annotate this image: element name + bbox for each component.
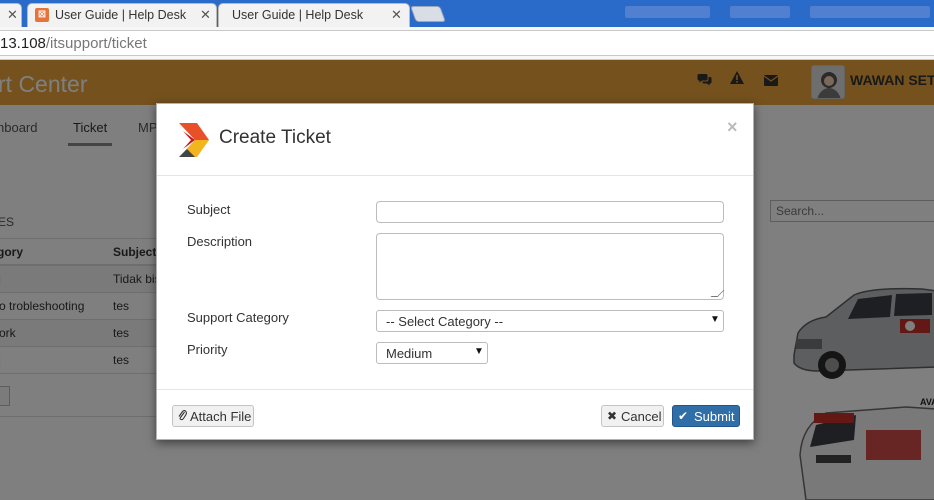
blurred-area	[810, 6, 930, 18]
cancel-label: Cancel	[621, 409, 662, 424]
favicon-icon: ⊠	[35, 8, 49, 22]
tab-title: User Guide | Help Desk	[55, 8, 187, 22]
chevron-down-icon: ▼	[710, 314, 720, 325]
browser-tabstrip: ✕ ⊠ User Guide | Help Desk ✕ User Guide …	[0, 0, 934, 27]
select-value: -- Select Category --	[386, 314, 504, 329]
tab-close-icon[interactable]: ✕	[7, 7, 18, 23]
blurred-area	[730, 6, 790, 18]
submit-button[interactable]: ✔ Submit	[672, 405, 740, 427]
brand-logo-icon	[177, 121, 211, 159]
cancel-button[interactable]: ✖ Cancel	[601, 405, 664, 427]
tab-title: User Guide | Help Desk	[232, 8, 364, 22]
description-field[interactable]	[376, 233, 725, 300]
create-ticket-modal: Create Ticket × Subject Description Supp…	[156, 103, 754, 440]
tab-close-icon[interactable]: ✕	[391, 7, 402, 23]
description-textarea[interactable]	[377, 234, 723, 299]
url-field[interactable]: 13.108/itsupport/ticket	[0, 30, 934, 56]
attach-file-button[interactable]: Attach File	[172, 405, 254, 427]
support-category-select[interactable]: -- Select Category -- ▼	[376, 310, 724, 332]
support-category-label: Support Category	[187, 310, 289, 325]
subject-input[interactable]	[377, 202, 723, 222]
modal-header: Create Ticket ×	[157, 104, 753, 176]
paperclip-icon	[178, 409, 187, 424]
subject-label: Subject	[187, 202, 231, 217]
description-label: Description	[187, 234, 253, 249]
url-text: 13.108/itsupport/ticket	[0, 35, 147, 52]
subject-field[interactable]	[376, 201, 724, 223]
tab-close-icon[interactable]: ✕	[200, 7, 211, 23]
blurred-area	[625, 6, 710, 18]
chevron-down-icon: ▼	[474, 346, 484, 357]
check-icon: ✔	[678, 409, 689, 423]
new-tab-button[interactable]	[410, 6, 446, 22]
select-value: Medium	[386, 346, 433, 361]
attach-file-label: Attach File	[190, 409, 252, 424]
modal-title: Create Ticket	[219, 127, 331, 148]
priority-label: Priority	[187, 342, 228, 357]
submit-label: Submit	[694, 409, 735, 424]
browser-tab-1[interactable]: ⊠ User Guide | Help Desk ✕	[27, 3, 217, 27]
address-bar: 13.108/itsupport/ticket	[0, 27, 934, 60]
modal-footer: Attach File ✖ Cancel ✔ Submit	[157, 389, 753, 439]
close-icon: ✖	[607, 409, 618, 423]
priority-select[interactable]: Medium ▼	[376, 342, 488, 364]
browser-tab-partial[interactable]: ✕	[0, 3, 22, 27]
close-icon[interactable]: ×	[727, 117, 738, 138]
browser-tab-2[interactable]: User Guide | Help Desk ✕	[218, 3, 410, 27]
